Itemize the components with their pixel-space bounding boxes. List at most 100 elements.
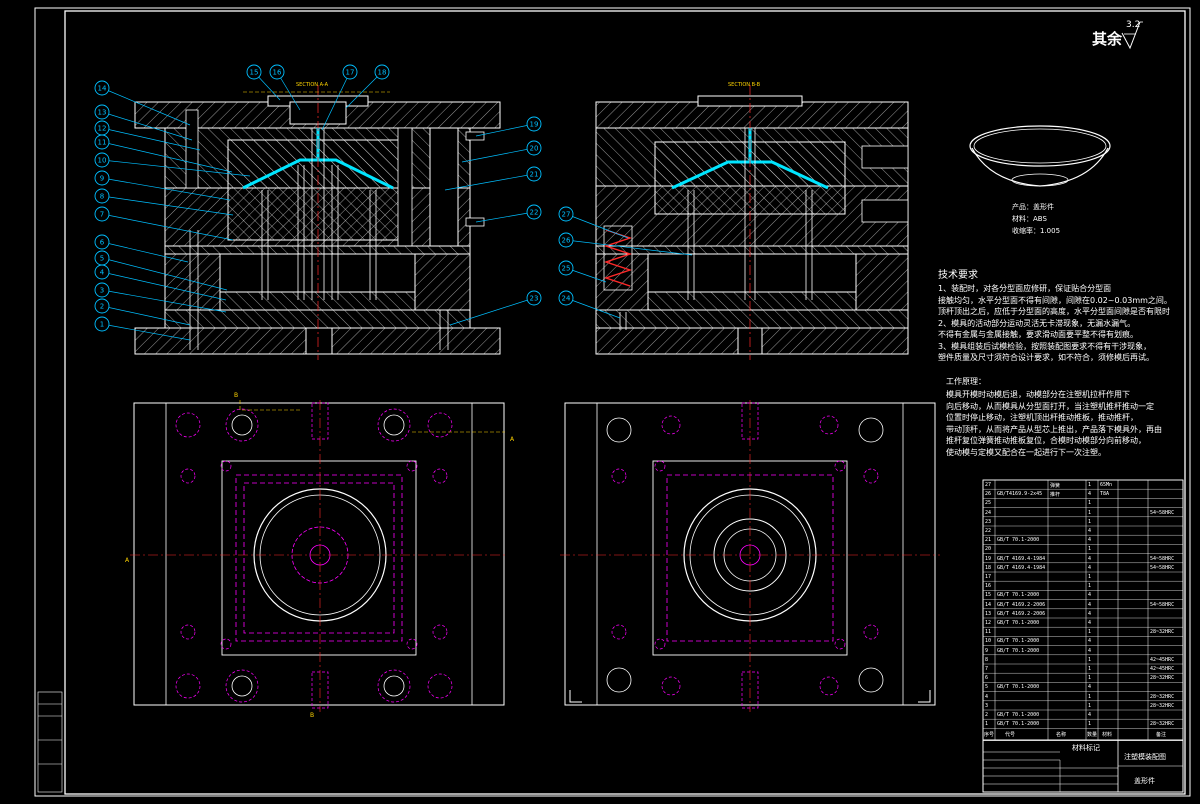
working-principle-title: 工作原理： [946,377,986,386]
bom-row-no: 11 [985,629,992,636]
bom-row-qty: 1 [1088,675,1092,682]
callout-right-21-number: 21 [530,171,539,179]
callout-left-5-number: 5 [100,255,104,263]
work-line: 带动顶杆，从而将产品从型芯上推出，产品落下模具外，再由 [946,424,1162,434]
bom-row-qty: 1 [1088,574,1092,580]
bom-row-qty: 4 [1088,712,1092,718]
tech-line: 塑件质量及尺寸须符合设计要求，如不符合，须修模后再试。 [938,353,1154,362]
callout-left-8-number: 8 [100,193,104,201]
bom-row-std: GB/T 70.1-2000 [997,712,1040,718]
bom-row-no: 19 [985,555,992,562]
bom-row-std: GB/T 4169.4-1984 [997,564,1046,571]
bom-row-qty: 1 [1088,482,1092,488]
work-line: 模具开模时动模后退，动模部分在注塑机拉杆作用下 [946,390,1130,399]
bom-row-no: 10 [985,638,992,645]
callout-left-11-number: 11 [98,139,107,147]
bom-row-material: T8A [1100,491,1110,498]
bom-row-note: 28~32HRC [1150,721,1175,728]
section-bb-view [595,85,909,360]
product-shrinkage: 收缩率：1.005 [1012,227,1061,235]
bom-row-std: GB/T 70.1-2000 [997,647,1040,654]
bom-row-no: 23 [985,518,992,525]
bom-row-no: 7 [985,666,989,672]
callout-right-22-number: 22 [530,209,539,217]
bom-row-no: 16 [985,583,992,590]
bom-row-qty: 4 [1088,647,1092,654]
callout-left-2-number: 2 [100,303,104,311]
title-part-name: 盖形件 [1134,777,1155,785]
section-bb-title: SECTION B-B [728,82,761,88]
bom-header-cell: 备注 [1156,732,1167,739]
tech-line: 2、模具的活动部分运动灵活无卡滞现象，无漏水漏气。 [938,318,1136,328]
section-aa-view [134,85,501,360]
bom-row-no: 21 [985,537,992,544]
title-drawing-name: 注塑模装配图 [1124,753,1166,761]
section-mark-a-right: A [510,436,515,443]
section-mark-b-bottom: B [310,712,315,719]
callout-right-20-number: 20 [530,145,539,153]
bom-row-no: 2 [985,712,989,718]
bom-row-std: GB/T 70.1-2000 [997,684,1040,691]
callout-top-15-number: 15 [250,69,259,77]
bom-row-no: 14 [985,601,992,608]
section-mark-b-top: B [234,392,239,399]
tech-line: 不得有金属与金属接触，要求滑动面要平整不得有划痕。 [938,330,1138,339]
bom-row-no: 4 [985,693,989,700]
bom-row-note: 28~32HRC [1150,675,1175,682]
bom-row-qty: 4 [1088,592,1092,599]
bom-row-no: 5 [985,684,989,691]
callout-left-1-number: 1 [100,321,104,329]
tech-line: 3、模具组装后试模检验，按照装配图要求不得有干涉现象， [938,341,1152,351]
bom-row-qty: 4 [1088,684,1092,691]
bom-header-cell: 代号 [1005,732,1016,739]
callout-right-23-number: 23 [530,295,539,303]
callout-left-7-number: 7 [100,211,104,219]
bom-row-qty: 4 [1088,564,1092,571]
bom-row-name: 弹簧 [1050,483,1061,489]
bom-row-no: 8 [985,656,989,663]
bom-row-no: 18 [985,564,992,571]
tech-requirements-body: 1、装配时，对各分型面应修研，保证贴合分型面 接触均匀，水平分型面不得有间隙，间隙… [938,283,1178,364]
bom-row-qty: 1 [1088,702,1092,709]
working-principle-body: 模具开模时动模后退，动模部分在注塑机拉杆作用下向后移动，从而模具从分型面打开，当… [946,389,1162,458]
bom-row-material: 65Mn [1100,482,1113,488]
bom-row-qty: 4 [1088,528,1092,534]
bom-row-no: 27 [985,482,992,488]
section-mark-a-left: A [125,557,130,564]
work-line: 使动模与定模又配合在一起进行下一次注塑。 [946,447,1106,457]
bom-row-note: 54~58HRC [1150,555,1175,562]
tech-requirements-title: 技术要求 [938,270,978,281]
bom-row-qty: 1 [1088,721,1092,728]
bom-row-std: GB/T 70.1-2000 [997,592,1040,599]
callout-left-6-number: 6 [100,239,105,247]
work-line: 位置时停止移动，注塑机顶出杆推动推板，推动推杆， [946,413,1138,422]
bom-row-std: GB/T 70.1-2000 [997,721,1040,728]
bom-row-no: 22 [985,528,992,534]
callout-left-4-number: 4 [100,269,105,277]
bom-row-qty: 4 [1088,537,1092,544]
product-sketch [969,125,1111,187]
bom-row-no: 12 [985,620,992,626]
bom-row-no: 13 [985,610,992,617]
bom-row-no: 6 [985,675,989,682]
bom-row-no: 25 [985,500,992,507]
bom-row-qty: 1 [1088,518,1092,525]
callout-top-17-number: 17 [346,69,355,77]
callout-top-18-number: 18 [378,69,387,77]
bom-row-no: 9 [985,647,989,654]
tech-line: 顶杆顶出之后，应低于分型面的高度，水平分型面间隙是否有限时 [938,307,1170,316]
bom-row-qty: 4 [1088,610,1092,617]
drawing-sheet: 14 13 12 11 10 9 8 7 6 5 4 3 2 1 15 16 17 18 19 20 21 22 23 27 2… [0,0,1200,800]
bom-row-note: 28~32HRC [1150,702,1175,709]
work-line: 推杆复位弹簧推动推板复位，合模时动模部分向前移动， [946,436,1146,445]
callout-left-9-number: 9 [100,175,104,183]
bom-row-no: 17 [985,574,992,580]
bom-row-note: 54~58HRC [1150,564,1175,571]
callout-bb-27-number: 27 [562,211,571,219]
bom-header-cell: 序号 [984,732,995,739]
roughness-label: 其余 [1092,30,1123,48]
bom-row-qty: 4 [1088,620,1092,626]
callout-left-12-number: 12 [98,125,107,133]
work-line: 向后移动，从而模具从分型面打开，当注塑机推杆推动一定 [946,401,1154,411]
bom-row-note: 42~45HRC [1150,666,1175,672]
